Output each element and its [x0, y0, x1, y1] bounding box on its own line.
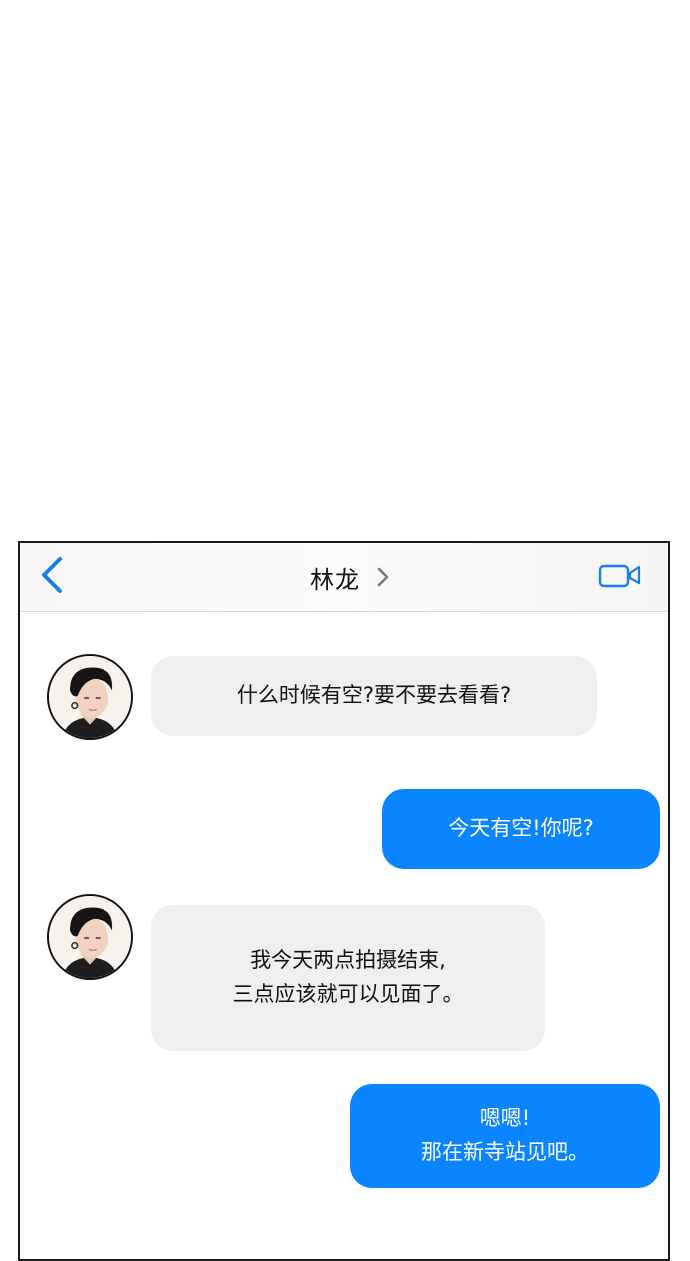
message-text: 三点应该就可以见面了。: [232, 982, 464, 1006]
avatar-portrait: [49, 656, 131, 738]
chevron-right-icon: [377, 567, 389, 587]
message-bubble-outgoing: 今天有空!你呢?: [382, 789, 660, 869]
contact-title[interactable]: 林龙: [20, 543, 668, 611]
message-text: 那在新寺站见吧。: [421, 1140, 589, 1164]
video-camera-icon: [598, 564, 641, 588]
phone-screen: 林龙 什么时候有空?要不要去看看? 今天有空!你呢? 我今天两点拍摄结束, 三点…: [18, 541, 670, 1261]
message-text: 今天有空!你呢?: [448, 816, 594, 841]
chat-header: 林龙: [20, 543, 668, 612]
message-bubble-incoming: 我今天两点拍摄结束, 三点应该就可以见面了。: [151, 905, 545, 1051]
message-bubble-incoming: 什么时候有空?要不要去看看?: [151, 656, 597, 736]
message-text: 我今天两点拍摄结束,: [250, 948, 446, 973]
contact-avatar[interactable]: [47, 894, 133, 980]
video-call-button[interactable]: [598, 561, 642, 591]
contact-avatar[interactable]: [47, 654, 133, 740]
avatar-portrait: [49, 896, 131, 978]
message-text: 嗯嗯!: [479, 1106, 531, 1131]
message-text: 什么时候有空?要不要去看看?: [236, 683, 512, 708]
message-bubble-outgoing: 嗯嗯! 那在新寺站见吧。: [350, 1084, 660, 1188]
contact-name: 林龙: [310, 565, 360, 594]
